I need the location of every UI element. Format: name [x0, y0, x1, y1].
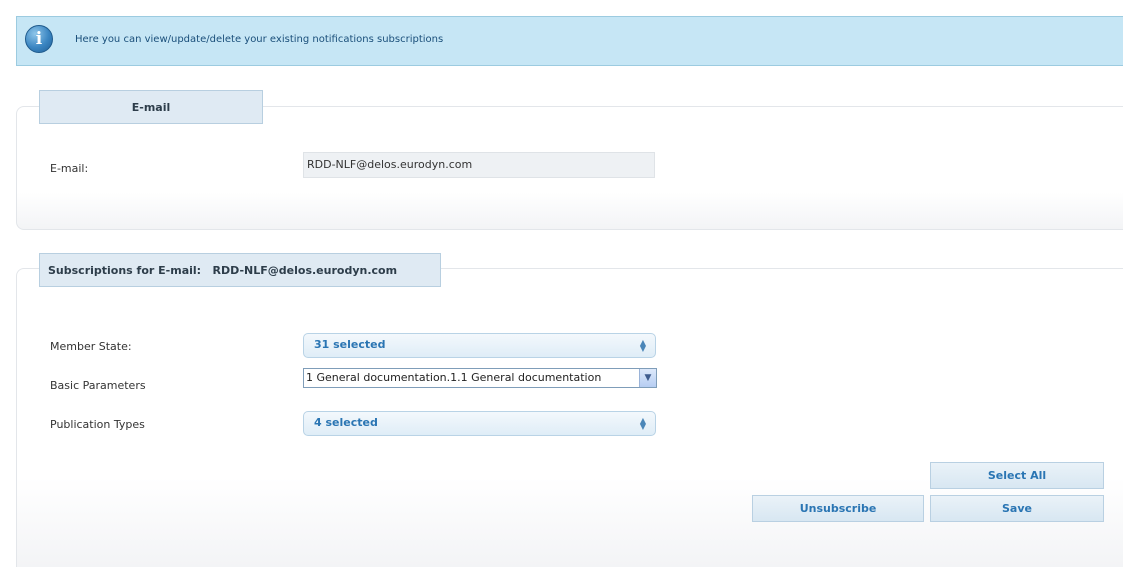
member-state-selected-text: 31 selected	[314, 338, 386, 351]
select-all-button[interactable]: Select All	[930, 462, 1104, 489]
publication-types-multiselect[interactable]: 4 selected ▲ ▼	[303, 411, 656, 436]
chevron-down-icon[interactable]: ▼	[639, 369, 656, 387]
save-button[interactable]: Save	[930, 495, 1104, 522]
basic-parameters-select[interactable]: 1 General documentation.1.1 General docu…	[303, 368, 657, 388]
basic-parameters-selected-text: 1 General documentation.1.1 General docu…	[306, 371, 602, 384]
subscriptions-panel-tab: Subscriptions for E-mail: RDD-NLF@delos.…	[39, 253, 441, 287]
updown-arrow-icon: ▲ ▼	[639, 338, 646, 353]
email-label: E-mail:	[50, 162, 89, 175]
publication-types-selected-text: 4 selected	[314, 416, 378, 429]
email-panel-tab: E-mail	[39, 90, 263, 124]
publication-types-label: Publication Types	[50, 418, 145, 431]
info-banner-text: Here you can view/update/delete your exi…	[75, 34, 444, 45]
basic-parameters-label: Basic Parameters	[50, 379, 146, 392]
subscriptions-page: i Here you can view/update/delete your e…	[0, 0, 1123, 567]
member-state-multiselect[interactable]: 31 selected ▲ ▼	[303, 333, 656, 358]
updown-arrow-icon: ▲ ▼	[639, 416, 646, 431]
member-state-label: Member State:	[50, 340, 132, 353]
unsubscribe-button[interactable]: Unsubscribe	[752, 495, 924, 522]
email-field: RDD-NLF@delos.eurodyn.com	[303, 152, 655, 178]
info-icon: i	[25, 25, 53, 53]
info-banner: i Here you can view/update/delete your e…	[16, 16, 1123, 66]
